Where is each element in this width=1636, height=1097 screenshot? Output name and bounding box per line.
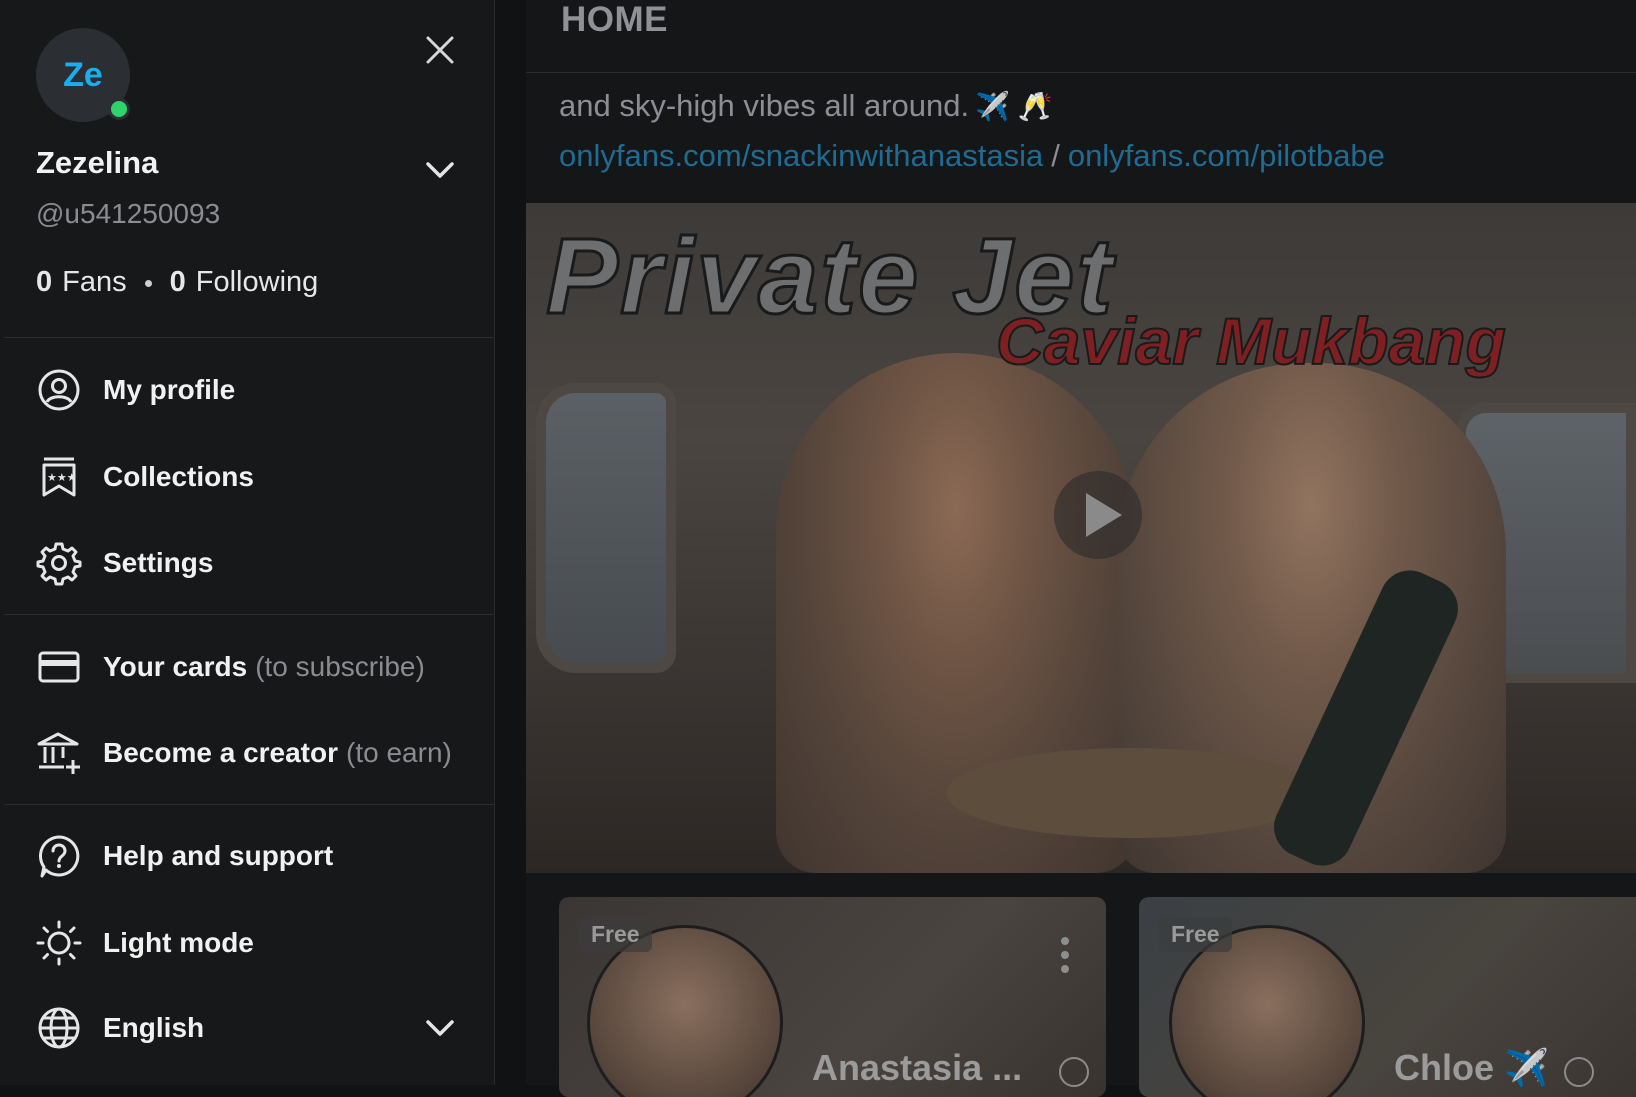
menu-item-collections[interactable]: ★★★ Collections bbox=[0, 442, 494, 512]
menu-item-language[interactable]: English bbox=[0, 993, 494, 1063]
post-link-2[interactable]: onlyfans.com/pilotbabe bbox=[1068, 138, 1385, 173]
user-handle: @u541250093 bbox=[36, 198, 221, 229]
menu-item-my-profile[interactable]: My profile bbox=[0, 355, 494, 425]
play-icon bbox=[1086, 493, 1122, 537]
menu-label: Settings bbox=[103, 547, 214, 578]
post-links: onlyfans.com/snackinwithanastasia / onlyfa… bbox=[559, 138, 1385, 174]
avatar[interactable]: Ze bbox=[36, 28, 130, 122]
menu-item-settings[interactable]: Settings bbox=[0, 528, 494, 598]
creator-card[interactable]: Free Anastasia ... bbox=[559, 897, 1106, 1097]
food-tray bbox=[946, 748, 1316, 838]
following-label[interactable]: Following bbox=[196, 266, 319, 298]
video-subtitle: Caviar Mukbang bbox=[995, 303, 1507, 379]
chevron-down-icon[interactable] bbox=[420, 150, 460, 190]
menu-label: Collections bbox=[103, 461, 254, 492]
fans-label[interactable]: Fans bbox=[62, 266, 126, 298]
verified-icon bbox=[1564, 1057, 1594, 1087]
divider bbox=[4, 614, 494, 615]
post-video[interactable]: Private Jet Caviar Mukbang bbox=[526, 203, 1636, 873]
menu-label: My profile bbox=[103, 374, 236, 405]
gear-icon bbox=[36, 542, 82, 586]
bookmark-stars-icon: ★★★ bbox=[42, 457, 77, 497]
online-status-dot bbox=[108, 98, 130, 120]
svg-text:★★★: ★★★ bbox=[47, 471, 77, 484]
divider bbox=[4, 804, 494, 805]
menu-item-light-mode[interactable]: Light mode bbox=[0, 908, 494, 978]
play-button[interactable] bbox=[1054, 471, 1142, 559]
display-name[interactable]: Zezelina bbox=[36, 145, 158, 181]
verified-icon bbox=[1059, 1057, 1089, 1087]
menu-label: Become a creator (to earn) bbox=[103, 737, 452, 769]
creator-name[interactable]: Chloe ✈️ bbox=[1394, 1047, 1549, 1089]
post-text: and sky-high vibes all around. ✈️ 🥂 bbox=[559, 88, 1053, 124]
menu-item-become-creator[interactable]: Become a creator (to earn) bbox=[0, 718, 494, 788]
menu-item-your-cards[interactable]: Your cards (to subscribe) bbox=[0, 632, 494, 702]
suggestion-cards: Free Anastasia ... Free Chloe ✈️ bbox=[559, 897, 1636, 1097]
menu-label: Help and support bbox=[103, 840, 334, 871]
stats-separator-dot bbox=[144, 279, 152, 287]
help-question-icon bbox=[39, 835, 80, 878]
creator-name[interactable]: Anastasia ... bbox=[812, 1047, 1022, 1089]
fans-count[interactable]: 0 bbox=[36, 266, 52, 298]
close-icon[interactable] bbox=[420, 30, 460, 70]
your-cards-label: Your cards bbox=[103, 651, 248, 682]
menu-label: English bbox=[103, 1012, 205, 1043]
your-cards-sublabel: (to subscribe) bbox=[255, 651, 425, 682]
menu-label: Your cards (to subscribe) bbox=[103, 651, 425, 683]
become-creator-sublabel: (to earn) bbox=[346, 737, 452, 768]
user-circle-icon bbox=[38, 369, 80, 411]
post-link-1[interactable]: onlyfans.com/snackinwithanastasia bbox=[559, 138, 1043, 173]
menu-item-help[interactable]: Help and support bbox=[0, 821, 494, 891]
credit-card-icon bbox=[38, 651, 80, 683]
post-caption: and sky-high vibes all around. bbox=[559, 88, 970, 123]
main-feed: HOME and sky-high vibes all around. ✈️ 🥂 … bbox=[526, 0, 1636, 1097]
more-options-icon[interactable] bbox=[1061, 937, 1069, 979]
become-creator-label: Become a creator bbox=[103, 737, 339, 768]
post-emoji: ✈️ 🥂 bbox=[975, 91, 1053, 122]
bank-plus-icon bbox=[37, 732, 80, 774]
chevron-down-icon[interactable] bbox=[420, 1008, 460, 1048]
follow-stats: 0 Fans 0 Following bbox=[36, 266, 318, 299]
free-badge: Free bbox=[579, 917, 652, 952]
account-sidebar: Ze Zezelina @u541250093 0 Fans 0 Following … bbox=[0, 0, 495, 1085]
creator-card[interactable]: Free Chloe ✈️ bbox=[1139, 897, 1636, 1097]
link-separator: / bbox=[1051, 138, 1060, 173]
globe-icon bbox=[38, 1007, 80, 1049]
page-title: HOME bbox=[561, 0, 668, 39]
following-count[interactable]: 0 bbox=[170, 266, 186, 298]
sun-icon bbox=[36, 920, 82, 966]
free-badge: Free bbox=[1159, 917, 1232, 952]
menu-label: Light mode bbox=[103, 927, 254, 958]
divider bbox=[4, 337, 494, 338]
feed-header: HOME bbox=[526, 0, 1636, 73]
jet-window-left bbox=[536, 383, 676, 673]
